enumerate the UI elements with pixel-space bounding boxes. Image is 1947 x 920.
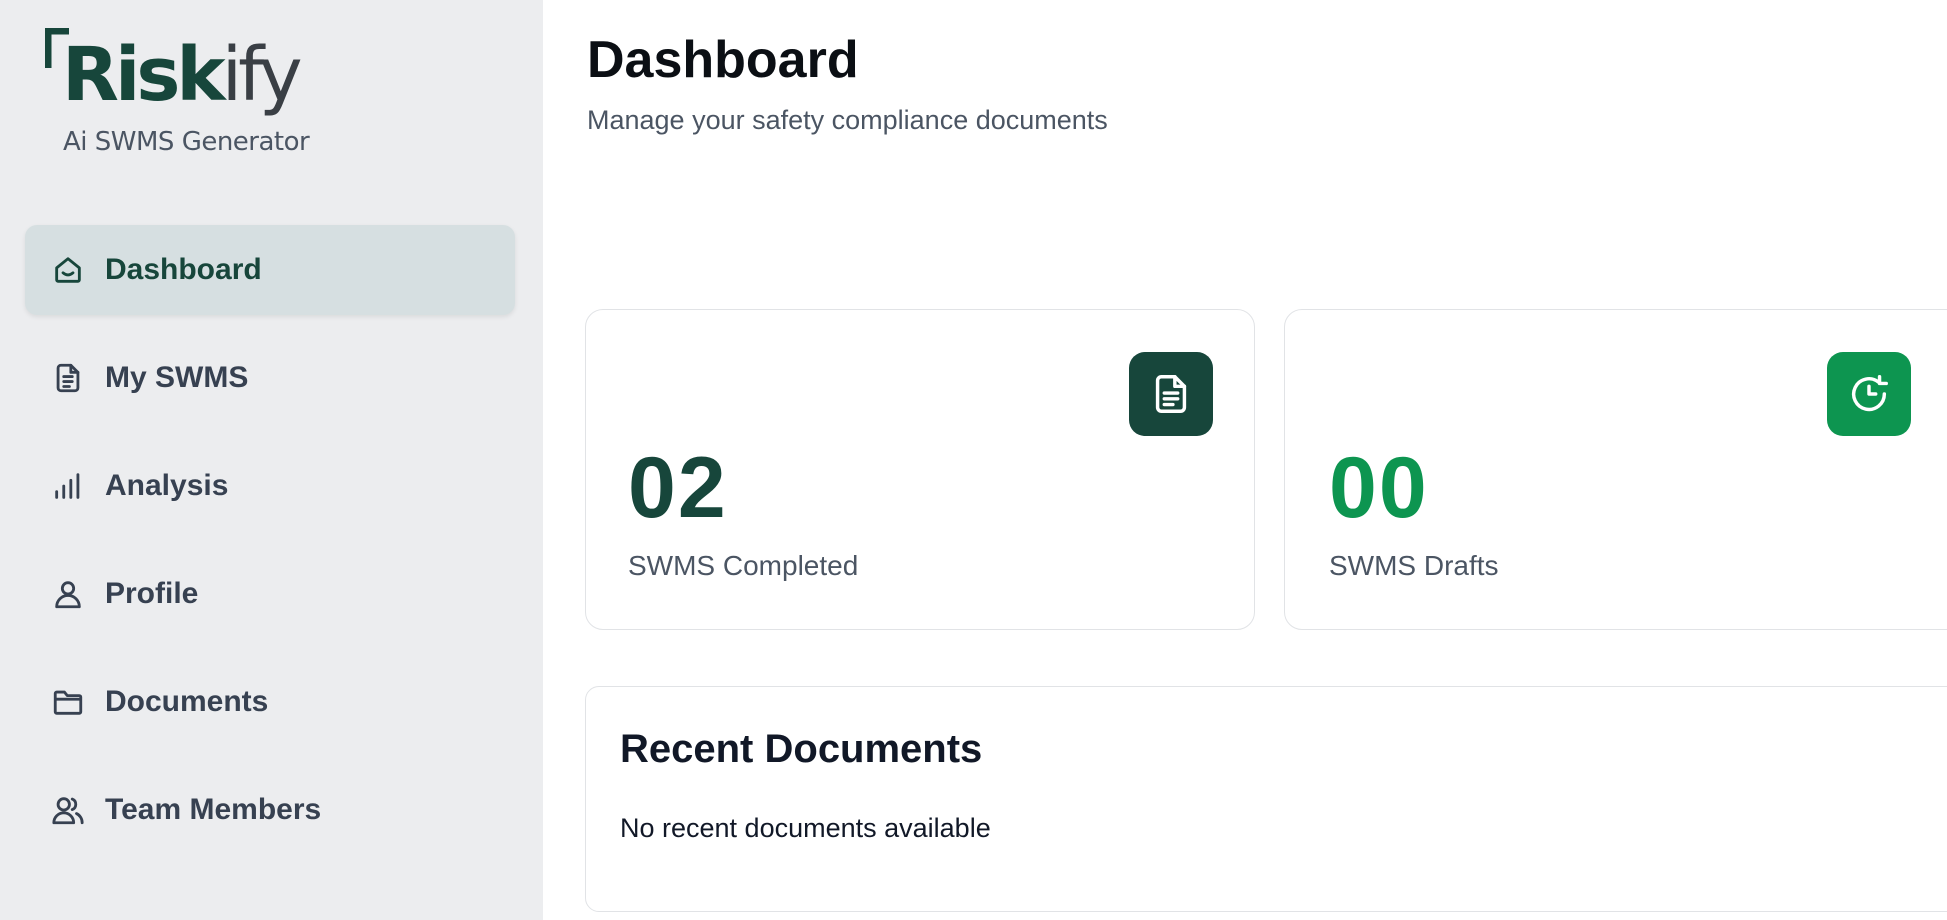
document-icon [1155, 375, 1187, 413]
sidebar-item-analysis[interactable]: Analysis [25, 441, 515, 531]
stat-label: SWMS Completed [628, 550, 859, 581]
sidebar: Riskify Ai SWMS Generator Dashboard My S… [0, 0, 543, 920]
sidebar-nav: Dashboard My SWMS Analysis Profile Docum… [25, 225, 515, 873]
stat-label: SWMS Drafts [1329, 550, 1499, 581]
logo-wordmark: Riskify [62, 32, 303, 118]
stat-badge [1827, 352, 1911, 436]
riskify-logo[interactable]: Riskify Ai SWMS Generator [45, 28, 335, 168]
bar-chart-icon [51, 469, 85, 503]
clock-refresh-icon [1851, 375, 1888, 412]
recent-documents-title: Recent Documents [620, 727, 983, 771]
sidebar-item-label: My SWMS [105, 361, 249, 394]
user-icon [51, 577, 85, 611]
sidebar-item-label: Dashboard [105, 253, 262, 286]
page-subtitle: Manage your safety compliance documents [587, 105, 1108, 135]
home-icon [51, 253, 85, 287]
sidebar-item-profile[interactable]: Profile [25, 549, 515, 639]
folder-icon [51, 685, 85, 719]
recent-documents-panel: Recent Documents No recent documents ava… [585, 686, 1947, 912]
stat-value: 02 [628, 440, 728, 536]
page-title: Dashboard [587, 31, 859, 89]
stat-card-swms-drafts[interactable]: 00 SWMS Drafts [1284, 309, 1947, 630]
sidebar-item-documents[interactable]: Documents [25, 657, 515, 747]
sidebar-item-label: Profile [105, 577, 199, 610]
sidebar-item-label: Analysis [105, 469, 229, 502]
stat-value: 00 [1329, 440, 1429, 536]
stat-badge [1129, 352, 1213, 436]
main-content: Dashboard Manage your safety compliance … [543, 0, 1947, 920]
sidebar-item-dashboard[interactable]: Dashboard [25, 225, 515, 315]
sidebar-item-my-swms[interactable]: My SWMS [25, 333, 515, 423]
logo-tagline: Ai SWMS Generator [63, 127, 310, 157]
sidebar-item-label: Team Members [105, 793, 322, 826]
sidebar-item-team-members[interactable]: Team Members [25, 765, 515, 855]
stat-card-swms-completed[interactable]: 02 SWMS Completed [585, 309, 1255, 630]
sidebar-item-label: Documents [105, 685, 269, 718]
users-icon [51, 793, 85, 827]
recent-documents-empty-message: No recent documents available [620, 813, 991, 843]
document-icon [51, 361, 85, 395]
